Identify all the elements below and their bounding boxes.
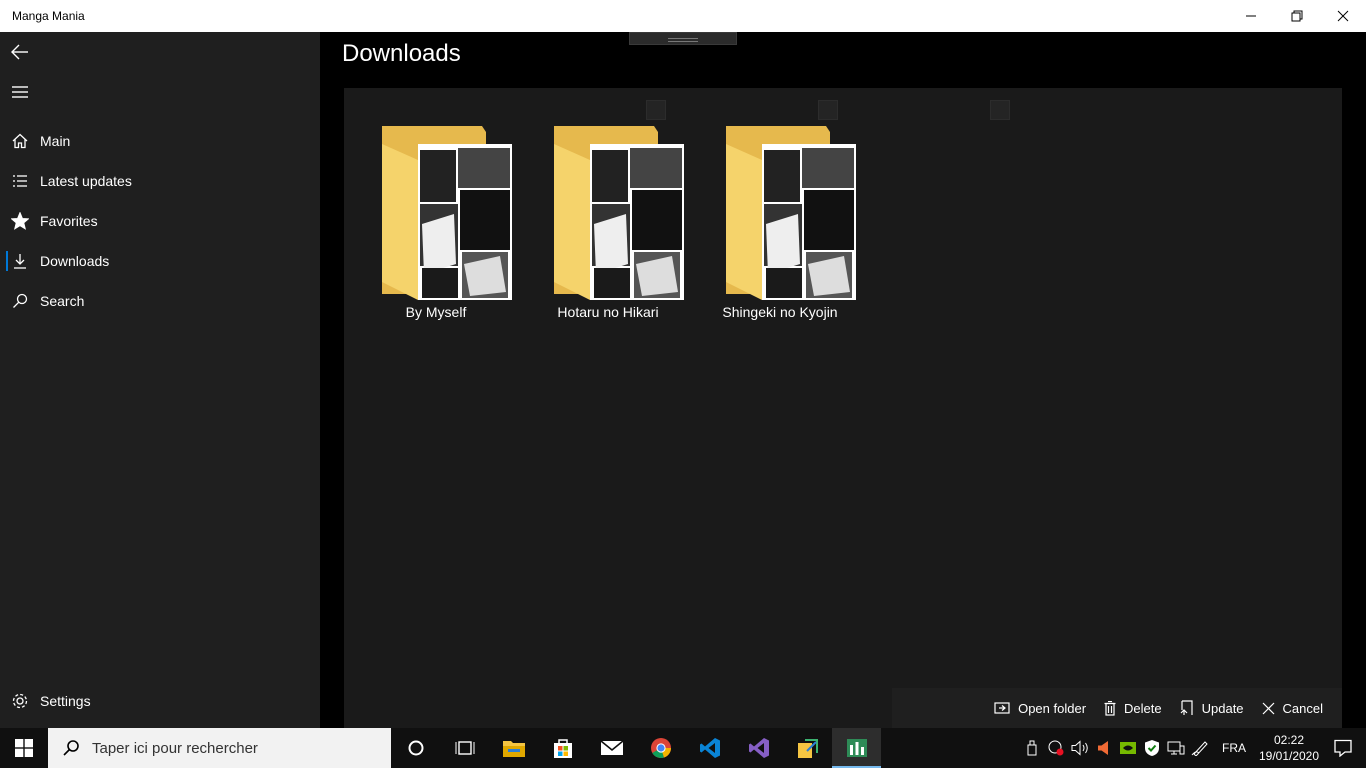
store-icon xyxy=(553,739,572,758)
windows-logo-icon xyxy=(15,739,33,757)
download-icon xyxy=(0,241,40,281)
command-bar: Open folder Delete Update Cancel xyxy=(892,688,1342,728)
minimize-button[interactable] xyxy=(1228,0,1274,32)
audio-app-icon[interactable] xyxy=(1092,728,1116,768)
sidebar-item-downloads[interactable]: Downloads xyxy=(0,241,320,281)
open-folder-button[interactable]: Open folder xyxy=(985,688,1095,728)
visual-studio-button[interactable] xyxy=(734,728,783,768)
system-tray: FRA 02:22 19/01/2020 xyxy=(1020,728,1366,768)
drag-handle[interactable] xyxy=(629,32,737,45)
network-icon[interactable] xyxy=(1164,728,1188,768)
volume-icon[interactable] xyxy=(1068,728,1092,768)
action-center-button[interactable] xyxy=(1320,728,1366,768)
vscode-icon xyxy=(699,738,720,758)
home-icon xyxy=(0,121,40,161)
update-icon xyxy=(1180,700,1193,715)
manga-mania-icon xyxy=(846,739,867,757)
manga-mania-taskbar-button[interactable] xyxy=(832,728,881,768)
minimize-icon xyxy=(1246,15,1256,17)
nvidia-icon[interactable] xyxy=(1116,728,1140,768)
microsoft-store-button[interactable] xyxy=(538,728,587,768)
file-explorer-button[interactable] xyxy=(489,728,538,768)
cancel-button[interactable]: Cancel xyxy=(1253,688,1332,728)
mail-icon xyxy=(599,740,624,755)
folder-thumbnail xyxy=(726,126,856,300)
search-icon xyxy=(63,740,79,756)
taskbar: Taper ici pour rechercher FRA 02:22 19/0… xyxy=(0,728,1366,768)
delete-button[interactable]: Delete xyxy=(1095,688,1171,728)
app-icon xyxy=(797,739,818,758)
sidebar-item-label: Downloads xyxy=(40,253,110,269)
app-button[interactable] xyxy=(783,728,832,768)
folder-item[interactable]: Hotaru no Hikari xyxy=(516,88,838,328)
sidebar-item-search[interactable]: Search xyxy=(0,281,320,321)
visual-studio-icon xyxy=(748,738,769,758)
notification-icon xyxy=(1334,739,1352,757)
task-view-button[interactable] xyxy=(440,728,489,768)
close-button[interactable] xyxy=(1320,0,1366,32)
cortana-button[interactable] xyxy=(391,728,440,768)
selection-checkbox[interactable] xyxy=(990,100,1010,120)
update-button[interactable]: Update xyxy=(1171,688,1253,728)
sidebar-item-latest-updates[interactable]: Latest updates xyxy=(0,161,320,201)
search-icon xyxy=(0,281,40,321)
cortana-icon xyxy=(408,740,423,756)
mail-button[interactable] xyxy=(587,728,636,768)
vscode-button[interactable] xyxy=(685,728,734,768)
back-arrow-icon xyxy=(11,44,28,60)
sidebar-item-main[interactable]: Main xyxy=(0,121,320,161)
folder-thumbnail xyxy=(382,126,512,300)
close-icon xyxy=(1262,702,1274,714)
list-icon xyxy=(0,161,40,201)
start-button[interactable] xyxy=(0,728,48,768)
restore-button[interactable] xyxy=(1274,0,1320,32)
clock-time: 02:22 xyxy=(1273,733,1305,747)
delete-label: Delete xyxy=(1124,700,1162,716)
back-button[interactable] xyxy=(0,32,40,72)
file-explorer-icon xyxy=(502,741,525,757)
window-title: Manga Mania xyxy=(12,9,85,23)
sidebar-item-label: Latest updates xyxy=(40,173,132,189)
security-warning-icon[interactable] xyxy=(1044,728,1068,768)
folder-name: Shingeki no Kyojin xyxy=(722,304,838,320)
chrome-icon xyxy=(650,738,671,758)
usb-icon[interactable] xyxy=(1020,728,1044,768)
settings-label: Settings xyxy=(40,693,91,709)
clock-date: 19/01/2020 xyxy=(1258,749,1320,763)
sidebar-item-label: Main xyxy=(40,133,71,149)
hamburger-icon xyxy=(12,86,28,98)
taskbar-search-box[interactable]: Taper ici pour rechercher xyxy=(48,728,391,768)
input-language-indicator[interactable]: FRA xyxy=(1212,741,1258,755)
gear-icon xyxy=(0,681,40,721)
update-label: Update xyxy=(1201,700,1244,716)
folder-item[interactable]: Shingeki no Kyojin xyxy=(688,88,1010,328)
system-clock[interactable]: 02:22 19/01/2020 xyxy=(1258,732,1320,764)
downloads-grid: By Myself Hotaru no Hikari Shingeki no K… xyxy=(344,88,1342,728)
sidebar-item-favorites[interactable]: Favorites xyxy=(0,201,320,241)
folder-thumbnail xyxy=(554,126,684,300)
close-icon xyxy=(1337,10,1349,22)
trash-icon xyxy=(1104,700,1116,716)
taskbar-search-placeholder: Taper ici pour rechercher xyxy=(92,739,258,757)
sidebar-item-label: Search xyxy=(40,293,85,309)
open-folder-icon xyxy=(994,702,1010,714)
title-bar: Manga Mania xyxy=(0,0,1366,32)
pen-icon[interactable] xyxy=(1188,728,1212,768)
page-title: Downloads xyxy=(342,40,461,67)
defender-icon[interactable] xyxy=(1140,728,1164,768)
restore-icon xyxy=(1291,10,1303,22)
cancel-label: Cancel xyxy=(1282,700,1323,716)
sidebar: Main Latest updates Favorites Downloads … xyxy=(0,32,320,728)
folder-item[interactable]: By Myself xyxy=(344,88,666,328)
task-view-icon xyxy=(455,741,474,755)
sidebar-item-label: Favorites xyxy=(40,213,98,229)
open-folder-label: Open folder xyxy=(1018,700,1087,716)
chrome-button[interactable] xyxy=(636,728,685,768)
main-content: Downloads By Myself Hotaru no Hikari Shi… xyxy=(320,32,1366,728)
hamburger-menu-button[interactable] xyxy=(0,72,40,112)
sidebar-item-settings[interactable]: Settings xyxy=(0,681,320,721)
star-icon xyxy=(0,201,40,241)
